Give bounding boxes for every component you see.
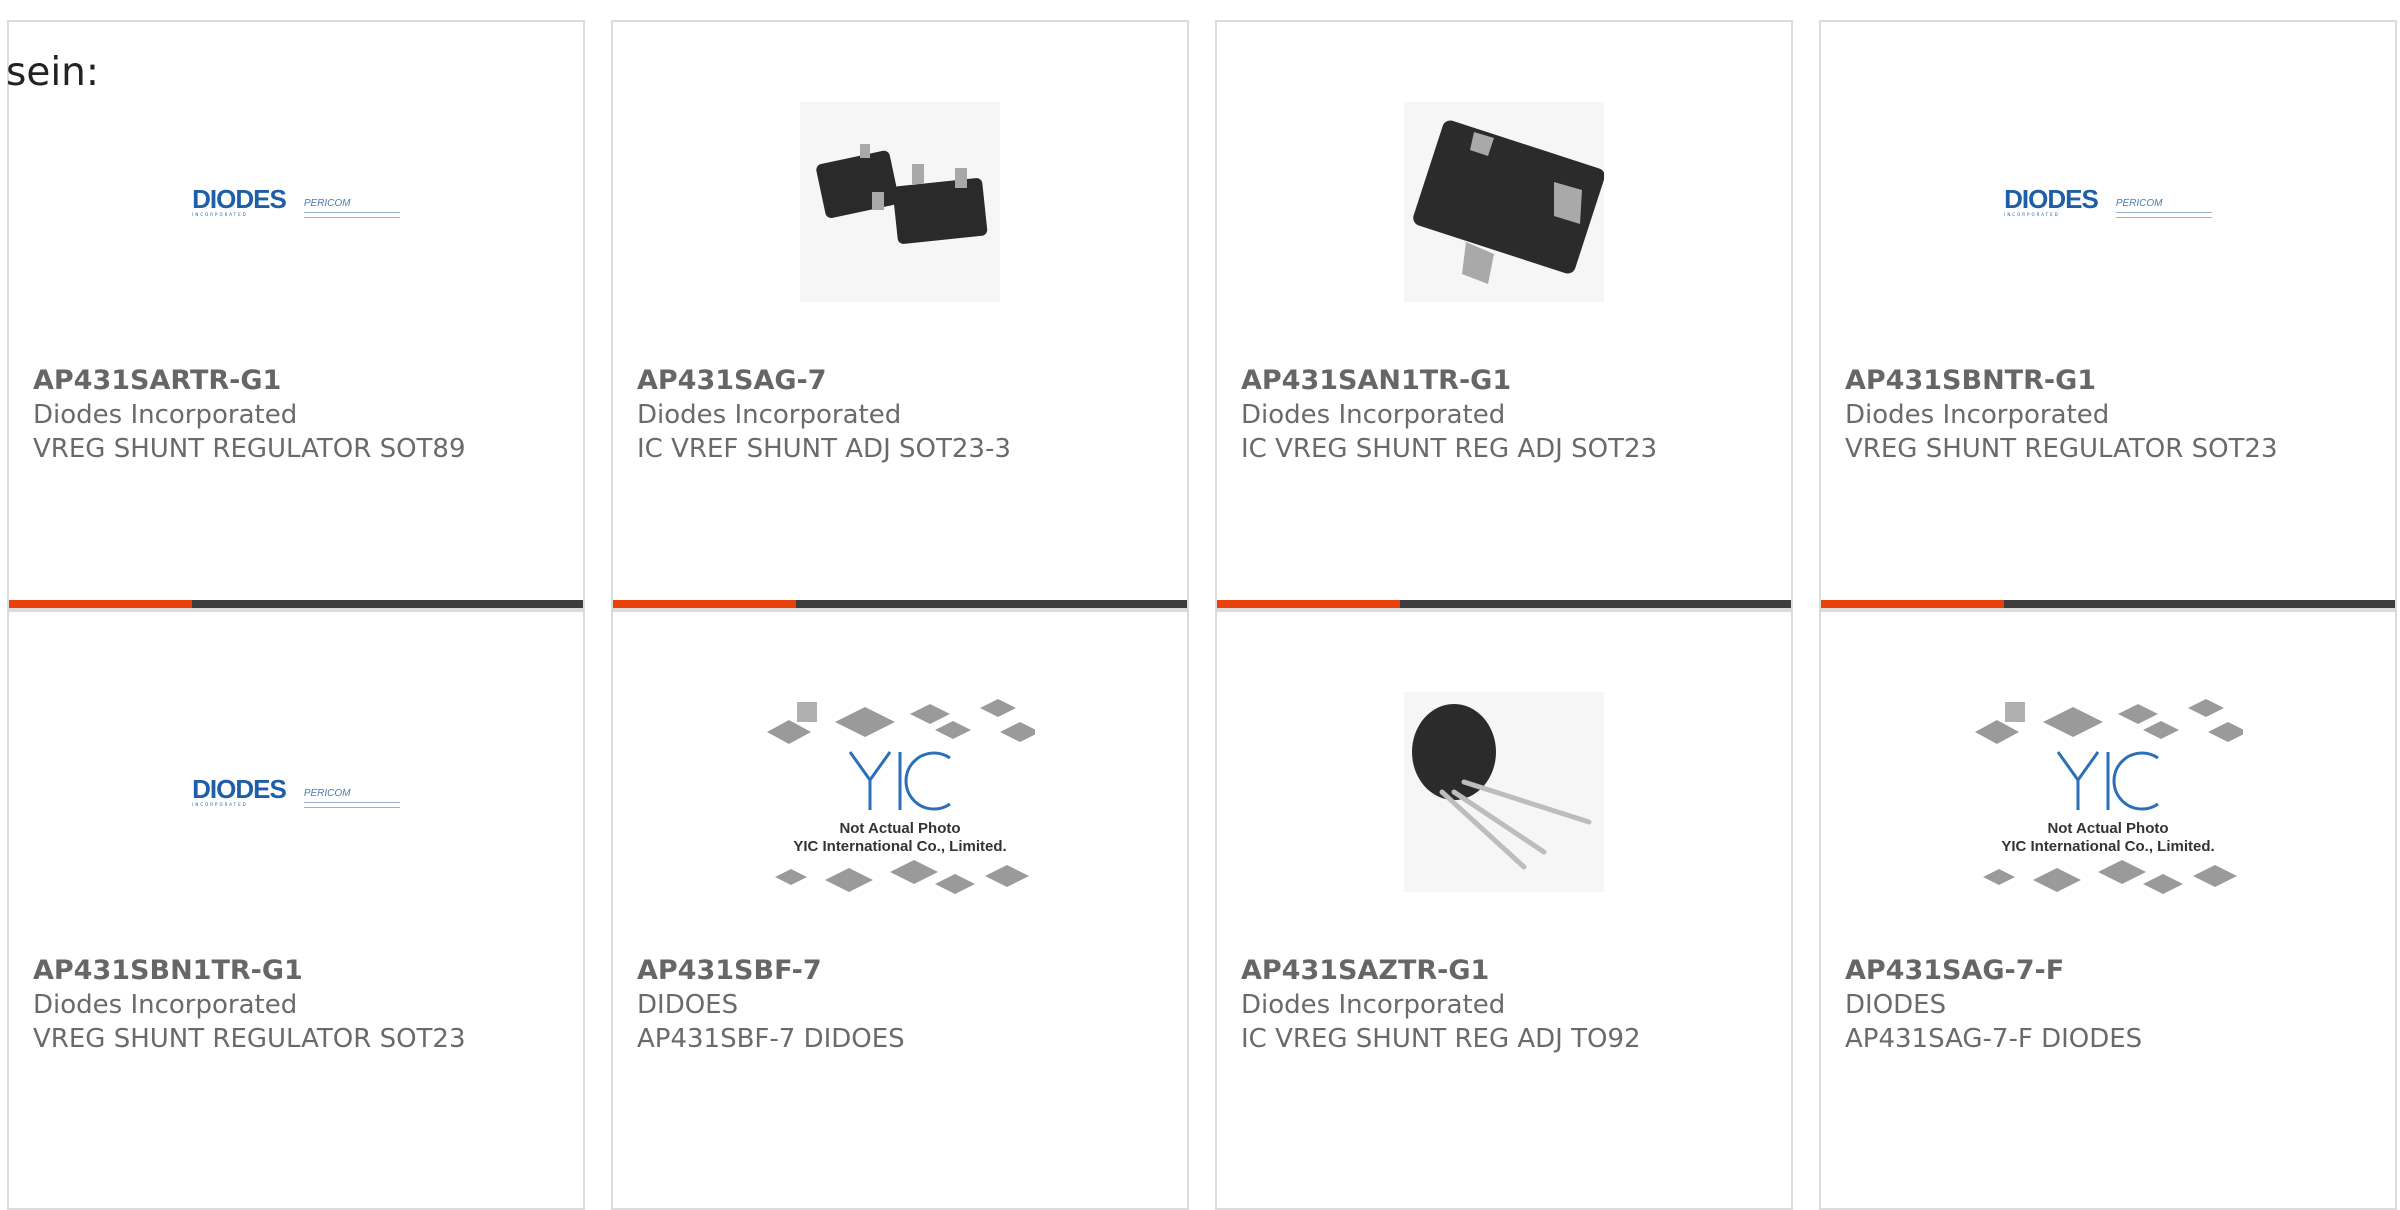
- card-bar-accent: [613, 600, 796, 608]
- part-number[interactable]: AP431SBN1TR-G1: [33, 954, 573, 988]
- yic-placeholder: Not Actual Photo YIC International Co., …: [1973, 672, 2243, 912]
- sot23-package-photo: [1404, 102, 1604, 302]
- description: IC VREF SHUNT ADJ SOT23-3: [637, 434, 1011, 464]
- product-card[interactable]: DIODES INCORPORATED PERICOM AP431SBNTR-G…: [1819, 20, 2397, 610]
- product-image: [1217, 82, 1791, 322]
- manufacturer: Diodes Incorporated: [33, 400, 298, 430]
- product-card[interactable]: Not Actual Photo YIC International Co., …: [1819, 610, 2397, 1210]
- card-bar: [9, 600, 583, 608]
- diodes-pericom-logo: DIODES INCORPORATED PERICOM: [192, 776, 400, 808]
- product-grid: DIODES INCORPORATED PERICOM AP431SARTR-G…: [0, 0, 2400, 1210]
- to92-package-photo: [1404, 692, 1604, 892]
- description: AP431SAG-7-F DIODES: [1845, 1024, 2143, 1054]
- part-number[interactable]: AP431SBNTR-G1: [1845, 364, 2385, 398]
- product-image: DIODES INCORPORATED PERICOM: [1821, 82, 2395, 322]
- manufacturer: Diodes Incorporated: [33, 990, 298, 1020]
- product-image: Not Actual Photo YIC International Co., …: [1821, 672, 2395, 912]
- diodes-pericom-logo: DIODES INCORPORATED PERICOM: [192, 186, 400, 218]
- product-card[interactable]: AP431SAN1TR-G1 Diodes Incorporated IC VR…: [1215, 20, 1793, 610]
- card-bar: [1217, 600, 1791, 608]
- description: IC VREG SHUNT REG ADJ TO92: [1241, 1024, 1641, 1054]
- description: VREG SHUNT REGULATOR SOT89: [33, 434, 466, 464]
- product-card[interactable]: DIODES INCORPORATED PERICOM AP431SARTR-G…: [7, 20, 585, 610]
- description: VREG SHUNT REGULATOR SOT23: [33, 1024, 466, 1054]
- part-number[interactable]: AP431SAG-7-F: [1845, 954, 2385, 988]
- manufacturer: Diodes Incorporated: [637, 400, 902, 430]
- manufacturer: Diodes Incorporated: [1241, 990, 1506, 1020]
- manufacturer: Diodes Incorporated: [1845, 400, 2110, 430]
- product-image: [1217, 672, 1791, 912]
- part-number[interactable]: AP431SAN1TR-G1: [1241, 364, 1781, 398]
- product-image: Not Actual Photo YIC International Co., …: [613, 672, 1187, 912]
- product-card[interactable]: DIODES INCORPORATED PERICOM AP431SBN1TR-…: [7, 610, 585, 1210]
- card-bar: [1821, 600, 2395, 608]
- description: AP431SBF-7 DIDOES: [637, 1024, 905, 1054]
- product-image: [613, 82, 1187, 322]
- yic-placeholder: Not Actual Photo YIC International Co., …: [765, 672, 1035, 912]
- product-card[interactable]: Not Actual Photo YIC International Co., …: [611, 610, 1189, 1210]
- product-card[interactable]: AP431SAZTR-G1 Diodes Incorporated IC VRE…: [1215, 610, 1793, 1210]
- product-image: DIODES INCORPORATED PERICOM: [9, 672, 583, 912]
- description: VREG SHUNT REGULATOR SOT23: [1845, 434, 2278, 464]
- part-number[interactable]: AP431SAG-7: [637, 364, 1177, 398]
- card-bar: [613, 600, 1187, 608]
- manufacturer: DIDOES: [637, 990, 739, 1020]
- card-bar-accent: [1217, 600, 1400, 608]
- part-number[interactable]: AP431SAZTR-G1: [1241, 954, 1781, 988]
- diodes-pericom-logo: DIODES INCORPORATED PERICOM: [2004, 186, 2212, 218]
- card-bar-accent: [1821, 600, 2004, 608]
- product-card[interactable]: AP431SAG-7 Diodes Incorporated IC VREF S…: [611, 20, 1189, 610]
- lead-text: sein:: [6, 50, 100, 95]
- product-image: DIODES INCORPORATED PERICOM: [9, 82, 583, 322]
- sot23-package-photo: [800, 102, 1000, 302]
- part-number[interactable]: AP431SARTR-G1: [33, 364, 573, 398]
- card-bar-accent: [9, 600, 192, 608]
- description: IC VREG SHUNT REG ADJ SOT23: [1241, 434, 1658, 464]
- manufacturer: Diodes Incorporated: [1241, 400, 1506, 430]
- manufacturer: DIODES: [1845, 990, 1947, 1020]
- part-number[interactable]: AP431SBF-7: [637, 954, 1177, 988]
